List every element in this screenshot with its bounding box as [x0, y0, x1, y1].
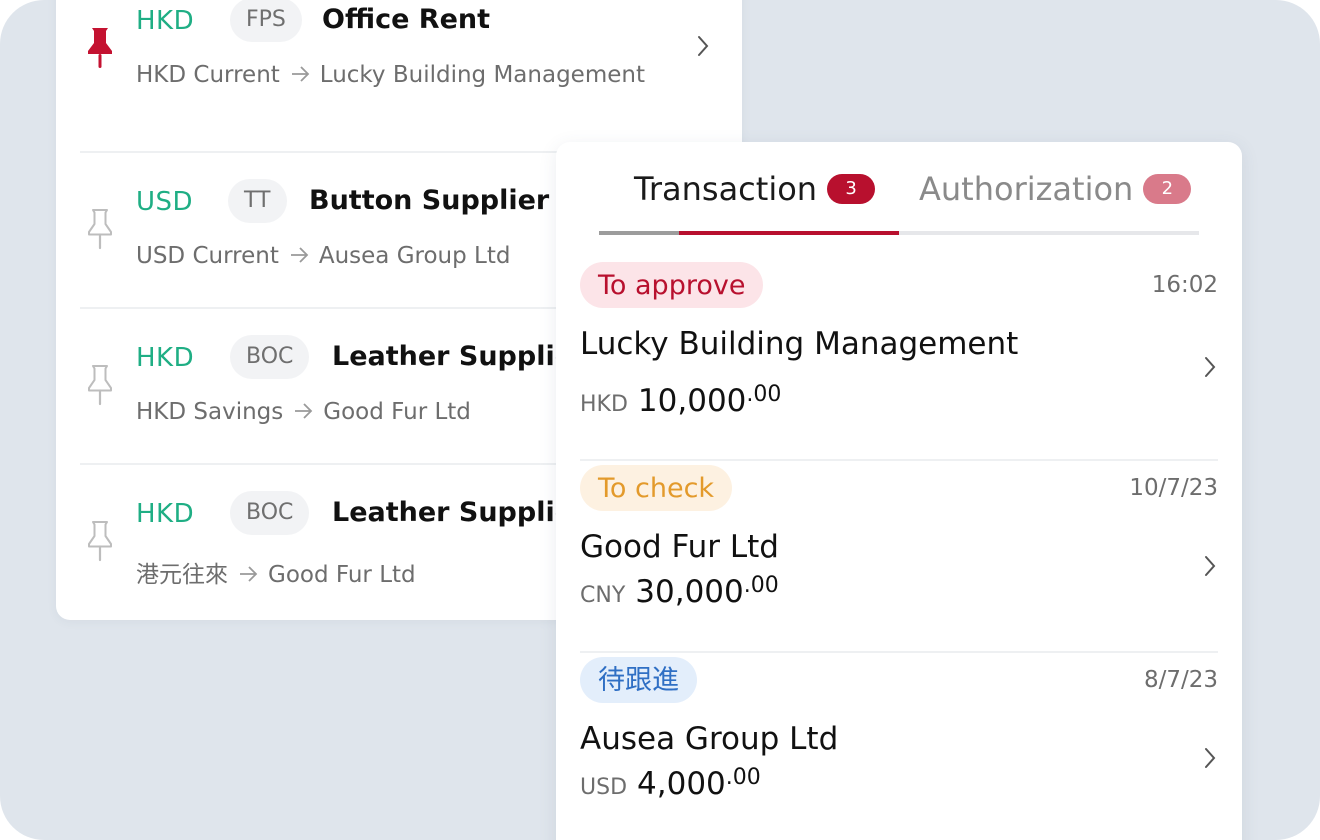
pushpin-outline-icon[interactable]: [86, 518, 114, 562]
amount-decimal: .00: [746, 382, 782, 407]
transaction-item[interactable]: 待跟進 8/7/23 Ausea Group Ltd USD 4,000.00: [580, 651, 1218, 840]
tab-count-badge: 3: [827, 174, 876, 204]
from-account: 港元往來: [136, 562, 228, 588]
amount-currency: HKD: [580, 392, 628, 417]
transactions-panel: Transaction 3 Authorization 2 To approve 1…: [556, 142, 1242, 840]
amount-integer: 10,000: [637, 383, 747, 419]
arrow-right-icon: [290, 63, 310, 89]
amount-decimal: .00: [725, 765, 761, 790]
arrow-right-icon: [289, 244, 309, 270]
payment-method-badge: FPS: [230, 0, 302, 42]
amount-integer: 4,000: [637, 766, 726, 802]
payee-name: Leather Supplier: [332, 497, 587, 528]
amount-integer: 30,000: [635, 574, 744, 610]
currency-code: HKD: [136, 343, 195, 373]
transaction-item[interactable]: To approve 16:02 Lucky Building Manageme…: [580, 262, 1218, 452]
transaction-time: 16:02: [1151, 272, 1218, 298]
account-route: USD Current Ausea Group Ltd: [136, 243, 510, 270]
arrow-right-icon: [238, 563, 258, 589]
from-account: HKD Savings: [136, 399, 284, 425]
pushpin-filled-icon[interactable]: [86, 25, 114, 69]
tab-label: Authorization: [919, 170, 1134, 208]
transaction-item[interactable]: To check 10/7/23 Good Fur Ltd CNY 30,000.…: [580, 459, 1218, 655]
transaction-amount: HKD 10,000.00: [580, 382, 781, 419]
transaction-payee: Ausea Group Ltd: [580, 721, 839, 757]
chevron-right-icon[interactable]: [1202, 553, 1218, 579]
currency-code: HKD: [136, 499, 195, 529]
payee-name: Office Rent: [322, 4, 491, 35]
currency-code: HKD: [136, 6, 195, 36]
payment-method-badge: BOC: [230, 335, 310, 379]
transaction-payee: Lucky Building Management: [580, 326, 1019, 362]
chevron-right-icon[interactable]: [1202, 354, 1218, 380]
from-account: HKD Current: [136, 62, 280, 88]
account-route: HKD Current Lucky Building Management: [136, 62, 645, 89]
payment-method-badge: TT: [228, 179, 287, 223]
transaction-amount: CNY 30,000.00: [580, 573, 779, 610]
tab-transaction[interactable]: Transaction 3: [634, 168, 876, 208]
status-badge: To check: [580, 465, 733, 511]
amount-currency: USD: [580, 775, 628, 800]
tab-count-badge: 2: [1143, 174, 1192, 204]
tab-indicator: [599, 231, 1199, 235]
pushpin-outline-icon[interactable]: [86, 206, 114, 250]
tab-authorization[interactable]: Authorization 2: [919, 168, 1192, 208]
to-account: Lucky Building Management: [319, 62, 645, 88]
account-route: HKD Savings Good Fur Ltd: [136, 399, 471, 426]
account-route: 港元往來 Good Fur Ltd: [136, 555, 416, 589]
payee-row[interactable]: HKD FPS Office Rent HKD Current Lucky Bui…: [80, 0, 720, 125]
app-background: HKD FPS Office Rent HKD Current Lucky Bui…: [0, 0, 1320, 840]
from-account: USD Current: [136, 243, 279, 269]
amount-decimal: .00: [743, 573, 779, 598]
amount-currency: CNY: [580, 583, 626, 608]
payee-name: Leather Supplier: [332, 341, 587, 372]
payment-method-badge: BOC: [230, 491, 310, 535]
transaction-date: 8/7/23: [1143, 667, 1218, 693]
to-account: Good Fur Ltd: [323, 399, 471, 425]
currency-code: USD: [136, 187, 194, 217]
chevron-right-icon[interactable]: [695, 33, 711, 59]
status-badge: 待跟進: [580, 657, 697, 703]
status-badge: To approve: [580, 262, 764, 308]
tab-label: Transaction: [634, 170, 818, 208]
payee-name: Button Supplier: [309, 185, 550, 216]
transaction-amount: USD 4,000.00: [580, 765, 761, 802]
to-account: Ausea Group Ltd: [318, 243, 511, 269]
to-account: Good Fur Ltd: [268, 562, 416, 588]
transaction-payee: Good Fur Ltd: [580, 529, 779, 565]
chevron-right-icon[interactable]: [1202, 745, 1218, 771]
arrow-right-icon: [293, 400, 313, 426]
transaction-date: 10/7/23: [1129, 475, 1218, 501]
pushpin-outline-icon[interactable]: [86, 362, 114, 406]
